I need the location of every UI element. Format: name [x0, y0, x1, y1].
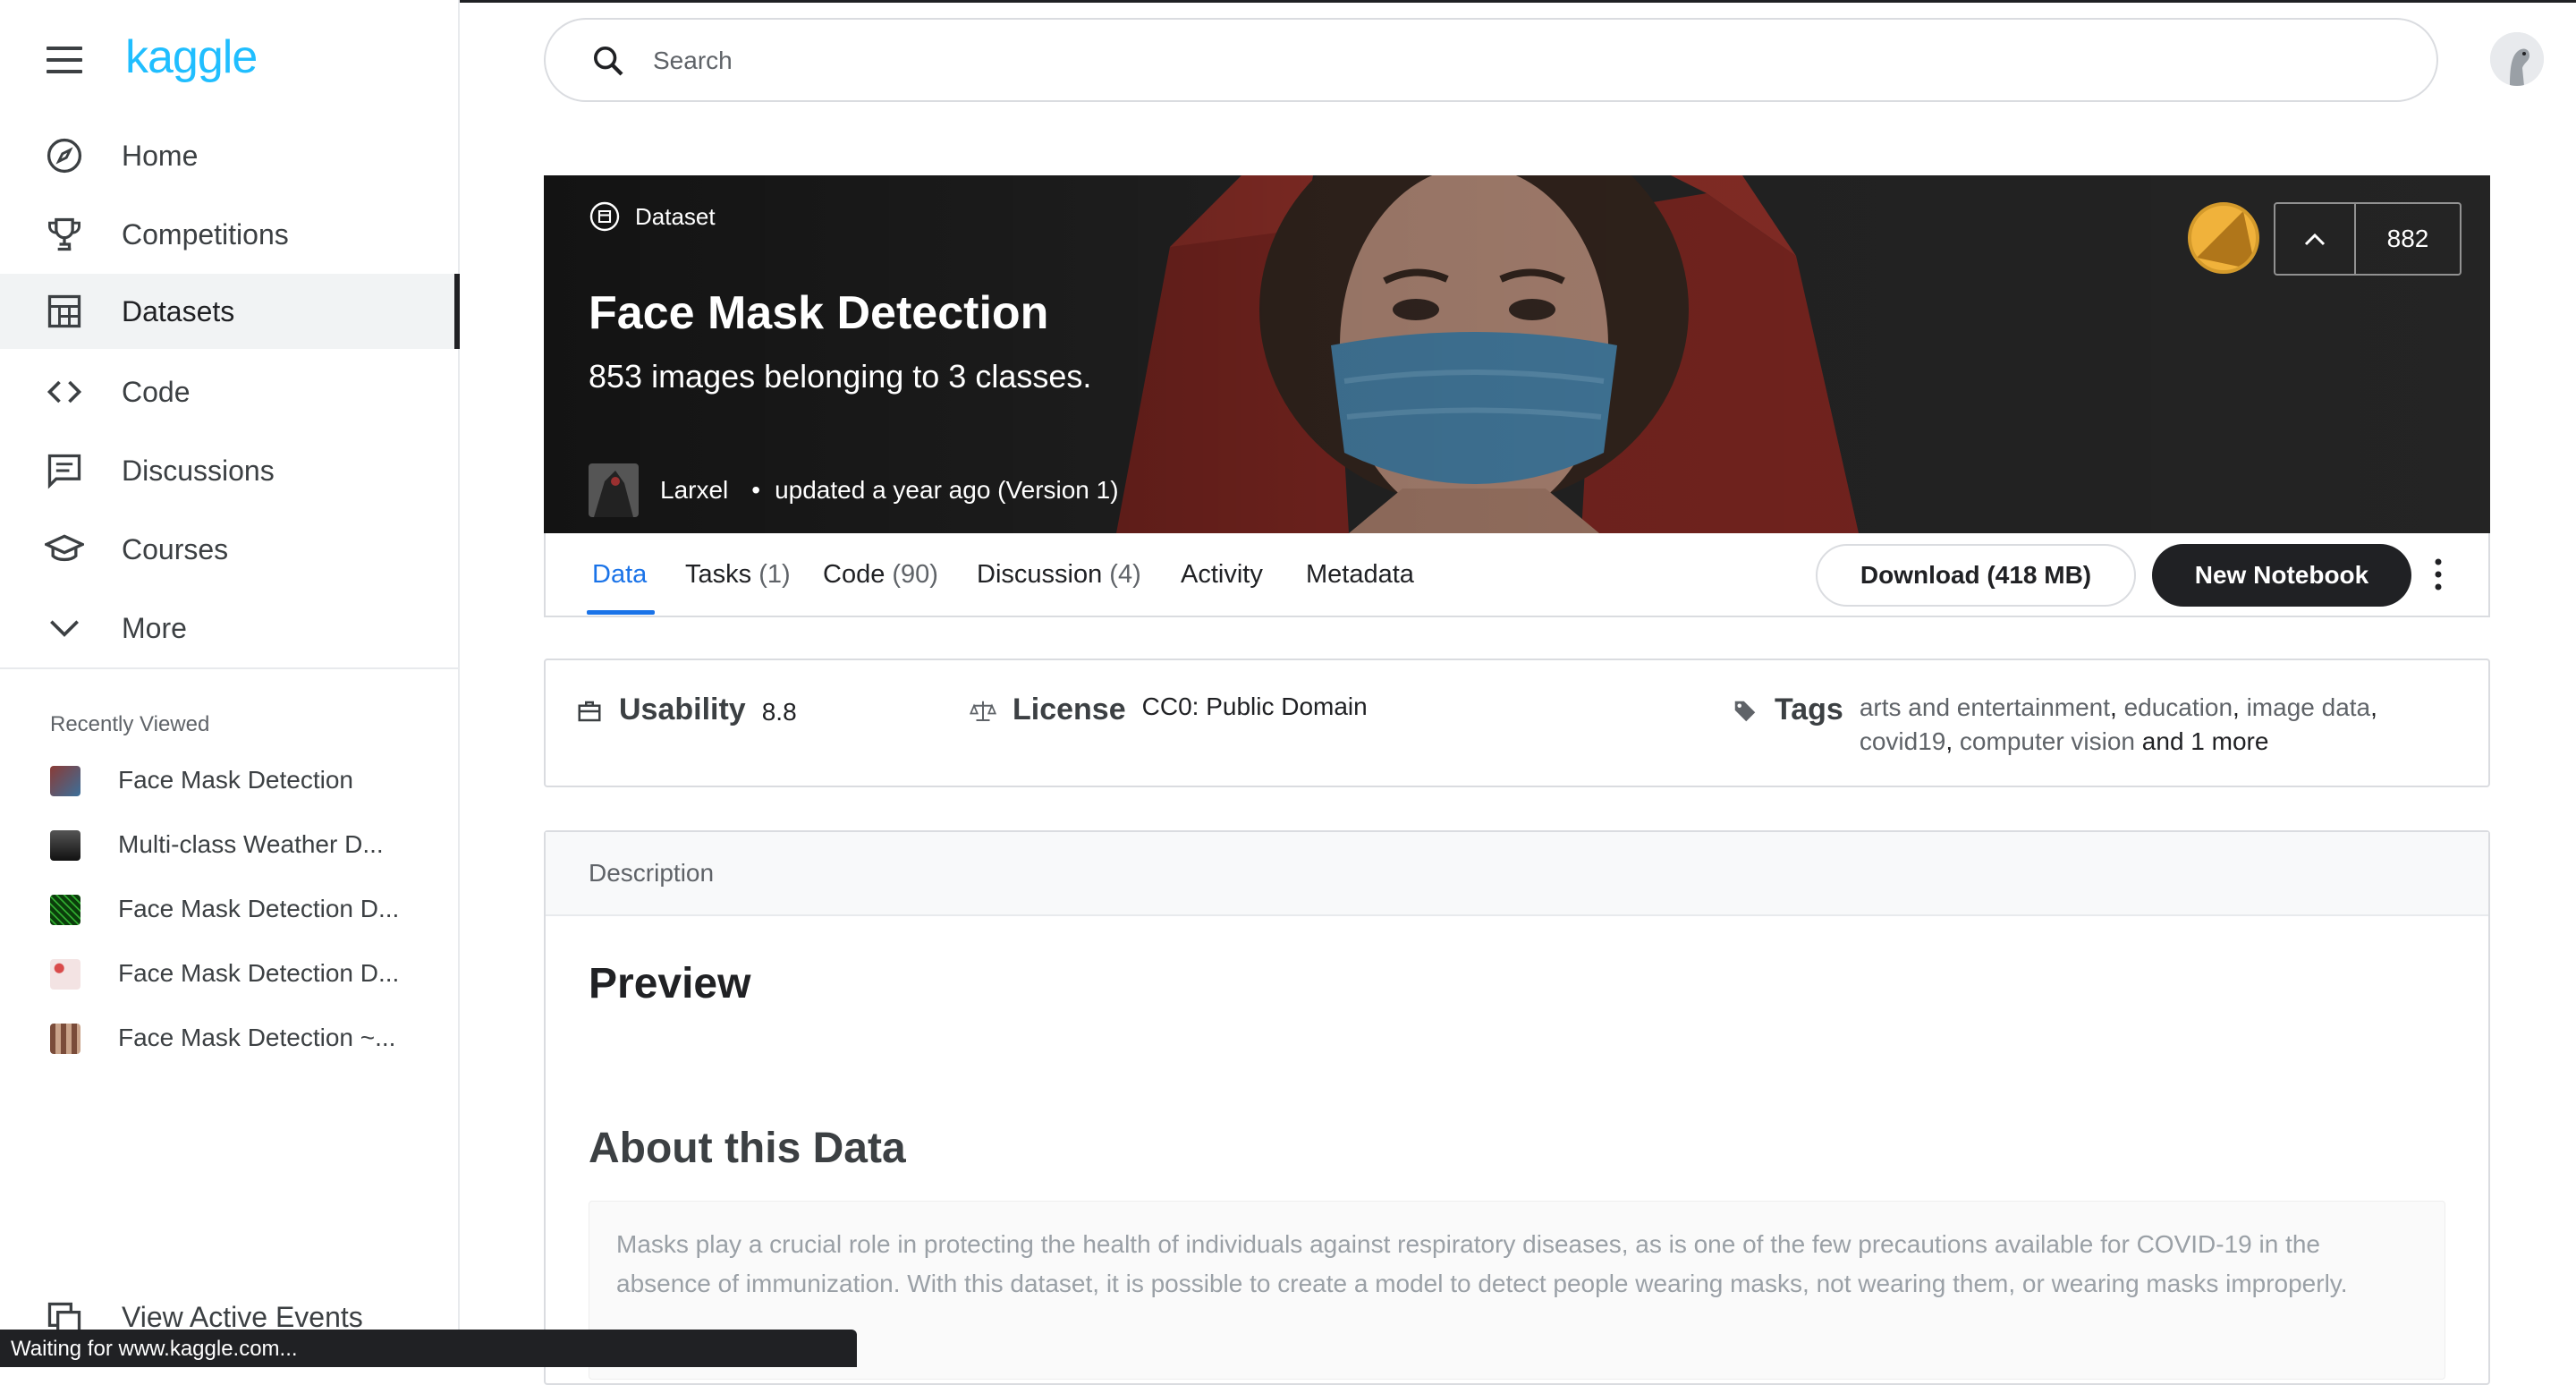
- sidebar-item-home[interactable]: Home: [0, 118, 460, 193]
- dataset-type-label: Dataset: [589, 200, 716, 233]
- sidebar-item-label: Discussions: [122, 454, 275, 487]
- usability-block: Usability 8.8: [576, 692, 797, 727]
- recent-item-label: Multi-class Weather D...: [118, 830, 384, 858]
- description-header: Description: [546, 832, 2488, 916]
- comments-icon: [47, 454, 81, 489]
- tab-tasks[interactable]: Tasks (1): [685, 560, 791, 590]
- dataset-subtitle: 853 images belonging to 3 classes.: [589, 358, 1092, 395]
- code-brackets-icon: [47, 380, 82, 404]
- tags-more-link[interactable]: and 1 more: [2142, 727, 2269, 755]
- sidebar-item-datasets[interactable]: Datasets: [0, 274, 460, 349]
- chevron-down-icon: [50, 620, 79, 637]
- description-header-label: Description: [589, 859, 715, 887]
- dataset-title: Face Mask Detection: [589, 287, 1049, 339]
- tag-link[interactable]: computer vision: [1960, 727, 2135, 755]
- tag-link[interactable]: arts and entertainment: [1860, 693, 2110, 721]
- menu-icon[interactable]: [47, 47, 82, 73]
- dataset-thumbnail: [50, 766, 80, 796]
- graduation-cap-icon: [45, 534, 84, 562]
- sidebar-item-label: Competitions: [122, 217, 289, 251]
- license-block: License CC0: Public Domain: [970, 692, 1368, 727]
- recent-item[interactable]: Face Mask Detection D...: [0, 947, 458, 1000]
- recent-item-label: Face Mask Detection: [118, 766, 353, 794]
- recent-item[interactable]: Face Mask Detection D...: [0, 882, 458, 936]
- sidebar-item-code[interactable]: Code: [0, 354, 460, 429]
- search-bar[interactable]: [544, 18, 2438, 102]
- about-text: Masks play a crucial role in protecting …: [589, 1201, 2445, 1380]
- dataset-thumbnail: [50, 1024, 80, 1054]
- gold-medal-icon: [2188, 202, 2259, 274]
- sidebar-item-label: More: [122, 611, 187, 644]
- author-name[interactable]: Larxel: [660, 476, 728, 505]
- dataset-thumbnail: [50, 830, 80, 861]
- trophy-icon: [48, 217, 80, 251]
- usability-label: Usability: [619, 692, 746, 726]
- tab-activity[interactable]: Activity: [1181, 560, 1263, 590]
- browser-status-bar: Waiting for www.kaggle.com...: [0, 1330, 857, 1367]
- recent-item[interactable]: Face Mask Detection: [0, 753, 458, 807]
- recent-item-label: Face Mask Detection D...: [118, 959, 400, 987]
- more-options-icon[interactable]: [2429, 555, 2447, 594]
- tag-link[interactable]: image data: [2247, 693, 2371, 721]
- tag-icon: [1734, 701, 1756, 722]
- author-avatar[interactable]: [589, 463, 639, 517]
- dataset-icon: [589, 201, 620, 232]
- recent-item-label: Face Mask Detection ~...: [118, 1024, 396, 1051]
- search-input[interactable]: [651, 39, 2351, 82]
- sidebar-item-label: Courses: [122, 532, 229, 565]
- about-heading: About this Data: [589, 1125, 906, 1172]
- license-value: CC0: Public Domain: [1141, 692, 1368, 720]
- tab-data[interactable]: Data: [592, 560, 647, 590]
- tab-discussion[interactable]: Discussion (4): [977, 560, 1141, 590]
- vote-count: 882: [2386, 225, 2429, 252]
- recent-item-label: Face Mask Detection D...: [118, 895, 400, 922]
- kaggle-logo[interactable]: kaggle: [125, 30, 258, 84]
- scale-icon: [970, 701, 996, 721]
- search-icon: [594, 47, 623, 76]
- sidebar-item-courses[interactable]: Courses: [0, 512, 460, 587]
- sidebar-item-label: Code: [122, 375, 191, 408]
- separator-dot: •: [751, 476, 761, 504]
- description-card: Description Preview About this Data Mask…: [544, 830, 2490, 1385]
- download-button[interactable]: Download (418 MB): [1816, 544, 2136, 607]
- dataset-tabs-bar: Data Tasks (1) Code (90) Discussion (4) …: [544, 533, 2490, 617]
- tag-link[interactable]: education: [2124, 693, 2233, 721]
- upvote-button[interactable]: [2275, 204, 2356, 274]
- sidebar-item-more[interactable]: More: [0, 591, 460, 666]
- usability-value: 8.8: [761, 698, 797, 726]
- tag-link[interactable]: covid19: [1860, 727, 1946, 755]
- chevron-up-icon: [2304, 233, 2326, 246]
- tab-code[interactable]: Code (90): [823, 560, 938, 590]
- sidebar-item-label: Home: [122, 139, 199, 172]
- active-tab-indicator: [587, 610, 655, 615]
- preview-heading: Preview: [589, 960, 751, 1007]
- compass-icon: [47, 138, 82, 174]
- tab-metadata[interactable]: Metadata: [1306, 560, 1414, 590]
- dataset-thumbnail: [50, 959, 80, 990]
- sidebar: kaggle Home Competitions Datasets Code D…: [0, 0, 460, 1367]
- sidebar-item-label: Datasets: [122, 294, 235, 327]
- tags-list: arts and entertainment, education, image…: [1859, 693, 2377, 755]
- briefcase-icon: [578, 701, 601, 722]
- updated-text: updated a year ago (Version 1): [775, 476, 1119, 504]
- tags-block: Tags arts and entertainment, education, …: [1732, 692, 2432, 759]
- recently-viewed-title: Recently Viewed: [50, 712, 210, 736]
- license-label: License: [1013, 692, 1126, 726]
- sidebar-item-discussions[interactable]: Discussions: [0, 433, 460, 508]
- user-avatar[interactable]: [2490, 32, 2544, 86]
- upvote-control: 882: [2274, 202, 2462, 276]
- dataset-type-text: Dataset: [635, 202, 716, 230]
- dataset-meta-card: Usability 8.8 License CC0: Public Domain…: [544, 659, 2490, 787]
- dataset-thumbnail: [50, 895, 80, 925]
- dataset-header-banner: Dataset Face Mask Detection 853 images b…: [544, 175, 2490, 533]
- new-notebook-button[interactable]: New Notebook: [2152, 544, 2411, 607]
- recent-item[interactable]: Face Mask Detection ~...: [0, 1011, 458, 1065]
- table-icon: [47, 294, 81, 328]
- sidebar-divider: [0, 667, 458, 669]
- recent-item[interactable]: Multi-class Weather D...: [0, 818, 458, 871]
- tags-label: Tags: [1775, 692, 1843, 726]
- sidebar-item-competitions[interactable]: Competitions: [0, 197, 460, 272]
- dataset-author-row: Larxel • updated a year ago (Version 1): [589, 463, 1119, 517]
